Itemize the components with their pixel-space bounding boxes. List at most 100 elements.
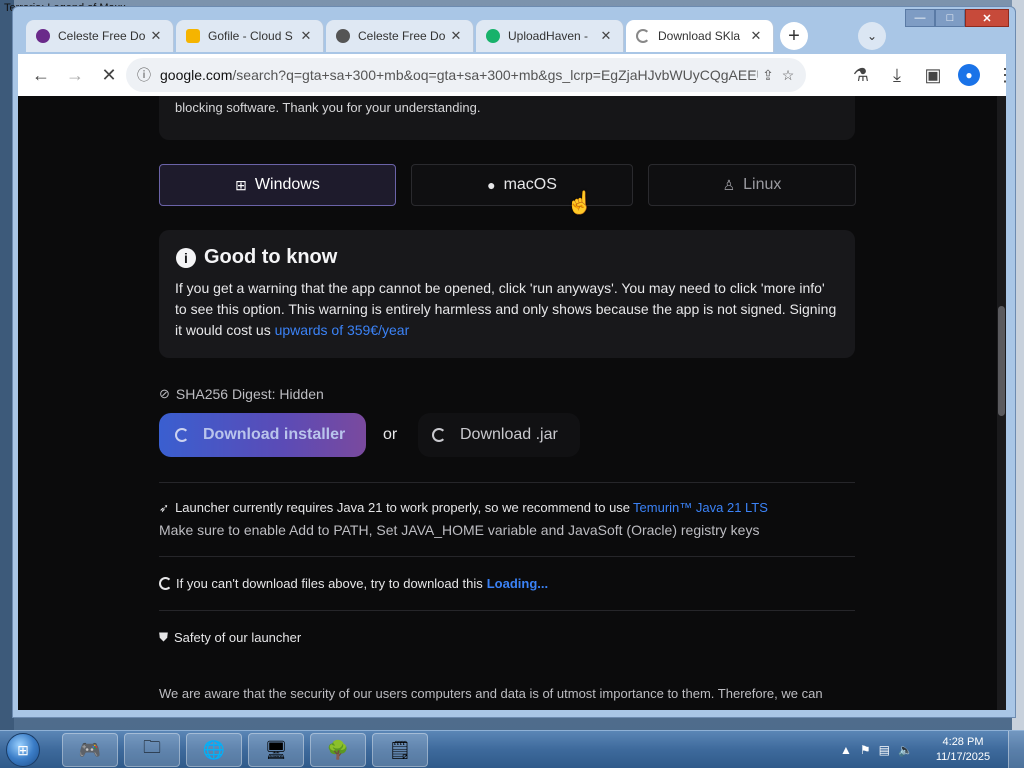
tab-celeste-1[interactable]: Celeste Free Do ✕ <box>26 20 174 52</box>
good-to-know-title: i Good to know <box>176 246 337 269</box>
java-path-instructions: Make sure to enable Add to PATH, Set JAV… <box>159 522 760 538</box>
safety-title: Safety of our launcher <box>174 630 302 645</box>
url-text[interactable]: google.com/search?q=gta+sa+300+mb&oq=gta… <box>160 67 758 83</box>
tab-close-icon[interactable]: ✕ <box>449 28 463 44</box>
tab-label: Gofile - Cloud S <box>208 29 293 43</box>
tray-network-icon[interactable]: ▤ <box>879 743 890 757</box>
avatar: ● <box>958 64 980 86</box>
downloads-icon[interactable]: ⤓ <box>880 58 914 92</box>
tab-gofile[interactable]: Gofile - Cloud S ✕ <box>176 20 324 52</box>
good-to-know-heading: Good to know <box>204 246 338 268</box>
or-separator: or <box>383 426 398 443</box>
java-requirement-line: ➶ Launcher currently requires Java 21 to… <box>159 500 768 515</box>
start-button[interactable]: ⊞ <box>6 733 40 767</box>
page-scrollbar[interactable] <box>997 96 1006 710</box>
linux-penguin-icon: ♙ <box>722 176 736 193</box>
tab-uploadhaven[interactable]: UploadHaven - ✕ <box>476 20 624 52</box>
system-clock[interactable]: 4:28 PM 11/17/2025 <box>928 735 998 765</box>
web-page-content: blocking software. Thank you for your un… <box>18 96 1006 710</box>
safety-heading: ⛊ Safety of our launcher <box>159 630 301 645</box>
extensions-icon[interactable]: ⚗ <box>844 58 878 92</box>
tab-label: Download SKla <box>658 29 741 43</box>
clock-date: 11/17/2025 <box>935 751 991 763</box>
tray-flag-icon[interactable]: ⚑ <box>860 743 871 757</box>
os-tab-windows[interactable]: ⊞ Windows <box>159 164 396 206</box>
tray-volume-icon[interactable]: 🔈 <box>898 743 913 757</box>
bookmark-star-icon[interactable]: ☆ <box>778 65 798 85</box>
profile-button[interactable]: ● <box>952 58 986 92</box>
divider <box>159 482 855 483</box>
download-installer-button[interactable]: Download installer <box>159 413 366 457</box>
loading-spinner-icon <box>636 29 650 43</box>
tab-celeste-2[interactable]: Celeste Free Do ✕ <box>326 20 474 52</box>
download-jar-button[interactable]: Download .jar <box>418 413 580 457</box>
security-paragraph: We are aware that the security of our us… <box>159 686 823 701</box>
taskbar: ⊞ 🎮 🗀 🌐 🖥 🌳 🗒 ▲ ⚑ ▤ 🔈 4:28 PM 11/17/2025 <box>0 730 1024 768</box>
tab-close-icon[interactable]: ✕ <box>299 28 313 44</box>
temurin-java-link[interactable]: Temurin™ Java 21 LTS <box>633 500 768 515</box>
taskbar-app-browser[interactable]: 🌐 <box>186 733 242 767</box>
loading-spinner-icon <box>432 428 446 442</box>
loading-spinner-icon <box>159 577 172 590</box>
signing-cost-link[interactable]: upwards of 359€/year <box>275 322 410 338</box>
taskbar-app-notes[interactable]: 🗒 <box>372 733 428 767</box>
sha256-digest: ⊘ SHA256 Digest: Hidden <box>159 386 324 402</box>
tab-close-icon[interactable]: ✕ <box>599 28 613 44</box>
taskbar-app-game[interactable]: 🎮 <box>62 733 118 767</box>
divider <box>159 610 855 611</box>
tab-label: Celeste Free Do <box>58 29 146 43</box>
shield-icon: ⛊ <box>159 630 169 644</box>
browser-toolbar: ← → ✕ ⓘ google.com/search?q=gta+sa+300+m… <box>18 54 1014 96</box>
os-tab-label: Linux <box>743 176 782 193</box>
taskbar-app-terraria[interactable]: 🌳 <box>310 733 366 767</box>
loading-spinner-icon <box>175 428 189 442</box>
fallback-download-link[interactable]: Loading... <box>487 576 548 591</box>
side-panel-icon[interactable]: ▣ <box>916 58 950 92</box>
tab-label: Celeste Free Do <box>358 29 446 43</box>
fallback-download-line: If you can't download files above, try t… <box>159 576 548 591</box>
os-tab-label: macOS <box>503 176 557 193</box>
toolbar-right-actions: ⚗ ⤓ ▣ ● ⋮ <box>844 58 1022 92</box>
clock-time: 4:28 PM <box>942 736 984 748</box>
menu-kebab-icon[interactable]: ⋮ <box>988 58 1022 92</box>
notice-text: blocking software. Thank you for your un… <box>175 100 481 115</box>
stop-loading-button[interactable]: ✕ <box>92 58 126 92</box>
taskbar-app-monitor[interactable]: 🖥 <box>248 733 304 767</box>
favicon-icon <box>186 29 200 43</box>
new-tab-button[interactable]: + <box>780 22 808 50</box>
tab-close-icon[interactable]: ✕ <box>749 28 763 44</box>
tray-expand-icon[interactable]: ▲ <box>840 743 852 757</box>
info-icon[interactable]: ⓘ <box>134 65 154 85</box>
java-requirement-text: Launcher currently requires Java 21 to w… <box>175 500 631 515</box>
back-button[interactable]: ← <box>24 58 58 92</box>
tab-label: UploadHaven - <box>508 29 589 43</box>
eye-slash-icon: ⊘ <box>159 386 170 401</box>
forward-button[interactable]: → <box>58 58 92 92</box>
tab-close-icon[interactable]: ✕ <box>149 28 163 44</box>
taskbar-app-explorer[interactable]: 🗀 <box>124 733 180 767</box>
sha256-text: SHA256 Digest: Hidden <box>175 386 324 402</box>
os-tab-label: Windows <box>254 176 320 193</box>
url-host: google.com <box>160 67 233 83</box>
download-jar-label: Download .jar <box>460 426 558 443</box>
show-desktop-button[interactable] <box>1008 731 1024 768</box>
globe-icon <box>336 29 350 43</box>
tab-strip: Celeste Free Do ✕ Gofile - Cloud S ✕ Cel… <box>12 16 1012 54</box>
windows-icon: ⊞ <box>235 176 247 193</box>
rocket-icon: ➶ <box>159 500 170 515</box>
address-bar[interactable]: ⓘ google.com/search?q=gta+sa+300+mb&oq=g… <box>126 58 806 92</box>
favicon-icon <box>486 29 500 43</box>
scrollbar-thumb[interactable] <box>998 306 1005 416</box>
download-installer-label: Download installer <box>203 426 346 443</box>
url-path: /search?q=gta+sa+300+mb&oq=gta+sa+300+mb… <box>232 67 758 83</box>
fallback-text: If you can't download files above, try t… <box>176 576 483 591</box>
tab-download-sklauncher[interactable]: Download SKla ✕ <box>626 20 774 52</box>
system-tray: ▲ ⚑ ▤ 🔈 <box>840 731 913 768</box>
tab-search-button[interactable]: ⌄ <box>858 22 886 50</box>
share-icon[interactable]: ⇪ <box>758 65 778 85</box>
os-tab-linux[interactable]: ♙ Linux <box>648 164 856 206</box>
info-circle-icon: i <box>176 247 196 268</box>
os-tab-macos[interactable]: ● macOS <box>411 164 633 206</box>
apple-icon: ● <box>487 177 496 193</box>
good-to-know-body: If you get a warning that the app cannot… <box>175 278 839 341</box>
